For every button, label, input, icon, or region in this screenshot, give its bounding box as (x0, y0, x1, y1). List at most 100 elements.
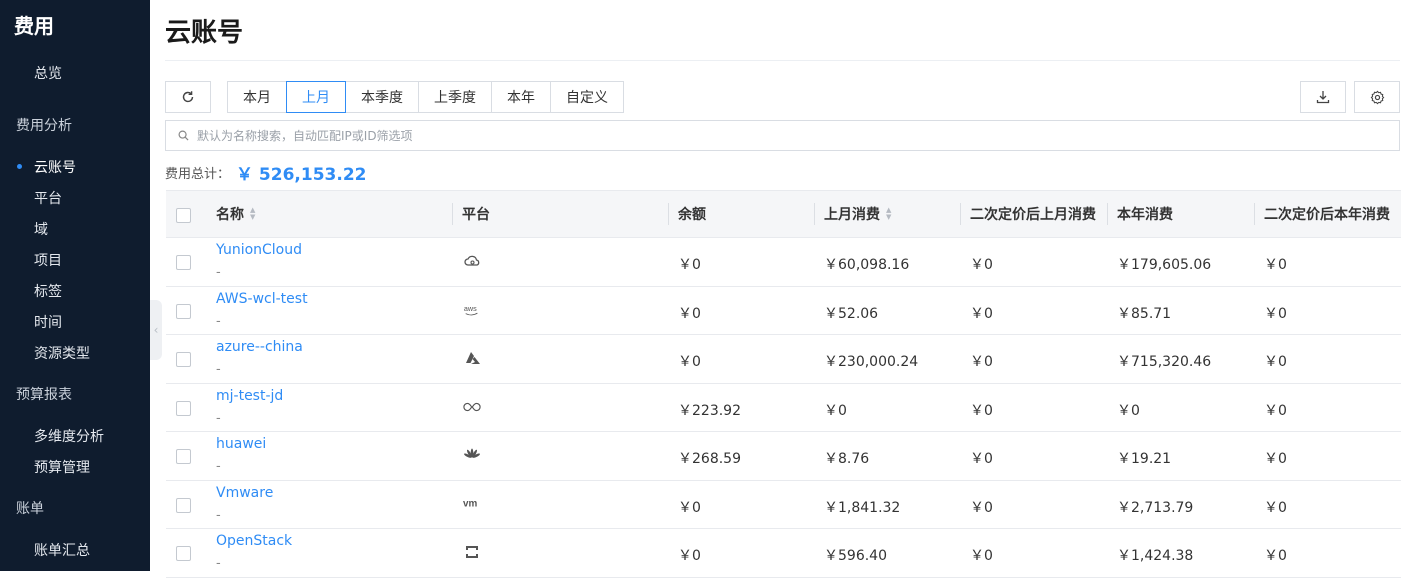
account-name-link[interactable]: Vmware (216, 485, 273, 501)
sidebar-group-cost-analysis[interactable]: 费用分析 (16, 115, 72, 135)
row-checkbox[interactable] (176, 497, 191, 513)
gear-icon (1370, 90, 1384, 104)
sidebar-title: 费用 (14, 14, 54, 38)
this-year-cell: ￥85.71 (1117, 305, 1172, 322)
column-name-label: 名称 (216, 207, 244, 223)
account-name-link[interactable]: AWS-wcl-test (216, 291, 308, 307)
column-header-platform: 平台 (462, 207, 490, 223)
this-year-repriced-cell: ￥0 (1264, 548, 1287, 564)
account-sub-text: - (216, 507, 221, 523)
select-all-checkbox[interactable] (176, 208, 191, 223)
column-header-name[interactable]: 名称 ▲ ▼ (206, 191, 255, 237)
table-row[interactable]: mj-test-jd - ￥223.92 ￥0 ￥0 ￥0 ￥0 (166, 384, 1401, 432)
openstack-icon (463, 543, 481, 561)
account-sub-text: - (216, 265, 221, 280)
this-year-cell: ￥715,320.46 (1117, 354, 1212, 370)
period-last-quarter[interactable]: 上季度 (418, 81, 492, 113)
download-icon (1316, 91, 1330, 104)
chevron-left-icon: ‹ (153, 323, 159, 337)
sidebar-item-bill-summary[interactable]: 账单汇总 (34, 540, 90, 560)
balance-cell: ￥268.59 (678, 451, 741, 467)
title-divider (165, 60, 1400, 61)
cost-total-value: ￥ 526,153.22 (236, 165, 367, 185)
sidebar-item-budget-mgmt[interactable]: 预算管理 (34, 457, 90, 477)
search-icon (178, 130, 189, 141)
account-name-link[interactable]: azure--china (216, 339, 303, 355)
balance-cell: ￥0 (678, 548, 701, 564)
download-button[interactable] (1300, 81, 1346, 113)
sort-icon[interactable]: ▲ ▼ (886, 207, 891, 221)
last-month-repriced-cell: ￥0 (970, 257, 993, 273)
jd-cloud-icon (463, 398, 481, 416)
last-month-cell: ￥1,841.32 (824, 499, 901, 516)
account-name-link[interactable]: huawei (216, 436, 266, 452)
account-name-link[interactable]: OpenStack (216, 533, 292, 549)
row-checkbox[interactable] (176, 255, 191, 270)
last-month-repriced-cell: ￥0 (970, 451, 993, 467)
this-year-repriced-cell: ￥0 (1264, 402, 1287, 419)
search-bar (165, 120, 1400, 151)
aws-icon: aws (463, 301, 481, 319)
last-month-repriced-cell: ￥0 (970, 354, 993, 370)
account-sub-text: - (216, 362, 221, 377)
azure-icon (463, 349, 481, 367)
sidebar-item-project[interactable]: 项目 (34, 250, 62, 270)
cost-total: 费用总计： ￥ 526,153.22 (165, 160, 366, 185)
last-month-cell: ￥230,000.24 (824, 354, 919, 370)
balance-cell: ￥0 (678, 499, 701, 516)
sidebar-item-multi-dim-analysis[interactable]: 多维度分析 (34, 426, 104, 446)
sidebar-group-budget-report[interactable]: 预算报表 (16, 384, 72, 404)
column-header-last-month-repriced: 二次定价后上月消费 (970, 207, 1096, 223)
sidebar-group-bill[interactable]: 账单 (16, 498, 44, 518)
sidebar-item-resource-type[interactable]: 资源类型 (34, 343, 90, 363)
yunion-cloud-icon (463, 252, 481, 270)
last-month-cell: ￥8.76 (824, 451, 870, 467)
sort-icon[interactable]: ▲ ▼ (250, 207, 255, 221)
table-row[interactable]: azure--china - ￥0 ￥230,000.24 ￥0 ￥715,32… (166, 335, 1401, 384)
sidebar-item-cloud-account[interactable]: 云账号 (34, 157, 76, 177)
account-name-link[interactable]: YunionCloud (216, 242, 302, 258)
period-last-month[interactable]: 上月 (286, 81, 346, 113)
this-year-repriced-cell: ￥0 (1264, 354, 1287, 370)
account-sub-text: - (216, 313, 221, 329)
refresh-button[interactable] (165, 81, 211, 113)
period-this-month[interactable]: 本月 (227, 81, 287, 113)
row-checkbox[interactable] (176, 546, 191, 561)
period-this-year[interactable]: 本年 (491, 81, 551, 113)
table-row[interactable]: huawei - ￥268.59 ￥8.76 ￥0 ￥19.21 ￥0 (166, 432, 1401, 481)
table-row[interactable]: AWS-wcl-test - aws ￥0 ￥52.06 ￥0 ￥85.71 ￥… (166, 287, 1401, 335)
row-checkbox[interactable] (176, 400, 191, 416)
table-header: 名称 ▲ ▼ 平台 余额 上月消费 ▲ ▼ 二次定价后上月消费 本年消费 二次定价后… (166, 190, 1401, 238)
period-this-quarter[interactable]: 本季度 (345, 81, 419, 113)
settings-button[interactable] (1354, 81, 1400, 113)
this-year-cell: ￥0 (1117, 402, 1140, 419)
sidebar-item-platform[interactable]: 平台 (34, 188, 62, 208)
table-row[interactable]: OpenStack - ￥0 ￥596.40 ￥0 ￥1,424.38 ￥0 (166, 529, 1401, 578)
balance-cell: ￥0 (678, 354, 701, 370)
sidebar-item-time[interactable]: 时间 (34, 312, 62, 332)
balance-cell: ￥0 (678, 305, 701, 322)
page-title: 云账号 (165, 18, 244, 48)
this-year-repriced-cell: ￥0 (1264, 499, 1287, 516)
last-month-repriced-cell: ￥0 (970, 548, 993, 564)
column-header-last-month[interactable]: 上月消费 ▲ ▼ (814, 191, 891, 237)
this-year-repriced-cell: ￥0 (1264, 451, 1287, 467)
table-row[interactable]: YunionCloud - ￥0 ￥60,098.16 ￥0 ￥179,605.… (166, 238, 1401, 287)
balance-cell: ￥223.92 (678, 402, 741, 419)
search-input[interactable] (197, 128, 1297, 143)
row-checkbox[interactable] (176, 352, 191, 367)
account-name-link[interactable]: mj-test-jd (216, 388, 283, 404)
table-row[interactable]: Vmware - vm ￥0 ￥1,841.32 ￥0 ￥2,713.79 ￥0 (166, 481, 1401, 529)
this-year-cell: ￥2,713.79 (1117, 499, 1194, 516)
column-header-this-year-repriced: 二次定价后本年消费 (1264, 207, 1390, 223)
row-checkbox[interactable] (176, 449, 191, 464)
sidebar-item-domain[interactable]: 域 (34, 219, 48, 239)
period-custom[interactable]: 自定义 (550, 81, 624, 113)
last-month-cell: ￥596.40 (824, 548, 887, 564)
row-checkbox[interactable] (176, 303, 191, 319)
sidebar-item-tag[interactable]: 标签 (34, 281, 62, 301)
sidebar-collapse-handle[interactable]: ‹ (150, 300, 162, 360)
account-sub-text: - (216, 556, 221, 571)
sidebar-item-overview[interactable]: 总览 (34, 63, 62, 83)
column-last-month-label: 上月消费 (824, 207, 880, 223)
